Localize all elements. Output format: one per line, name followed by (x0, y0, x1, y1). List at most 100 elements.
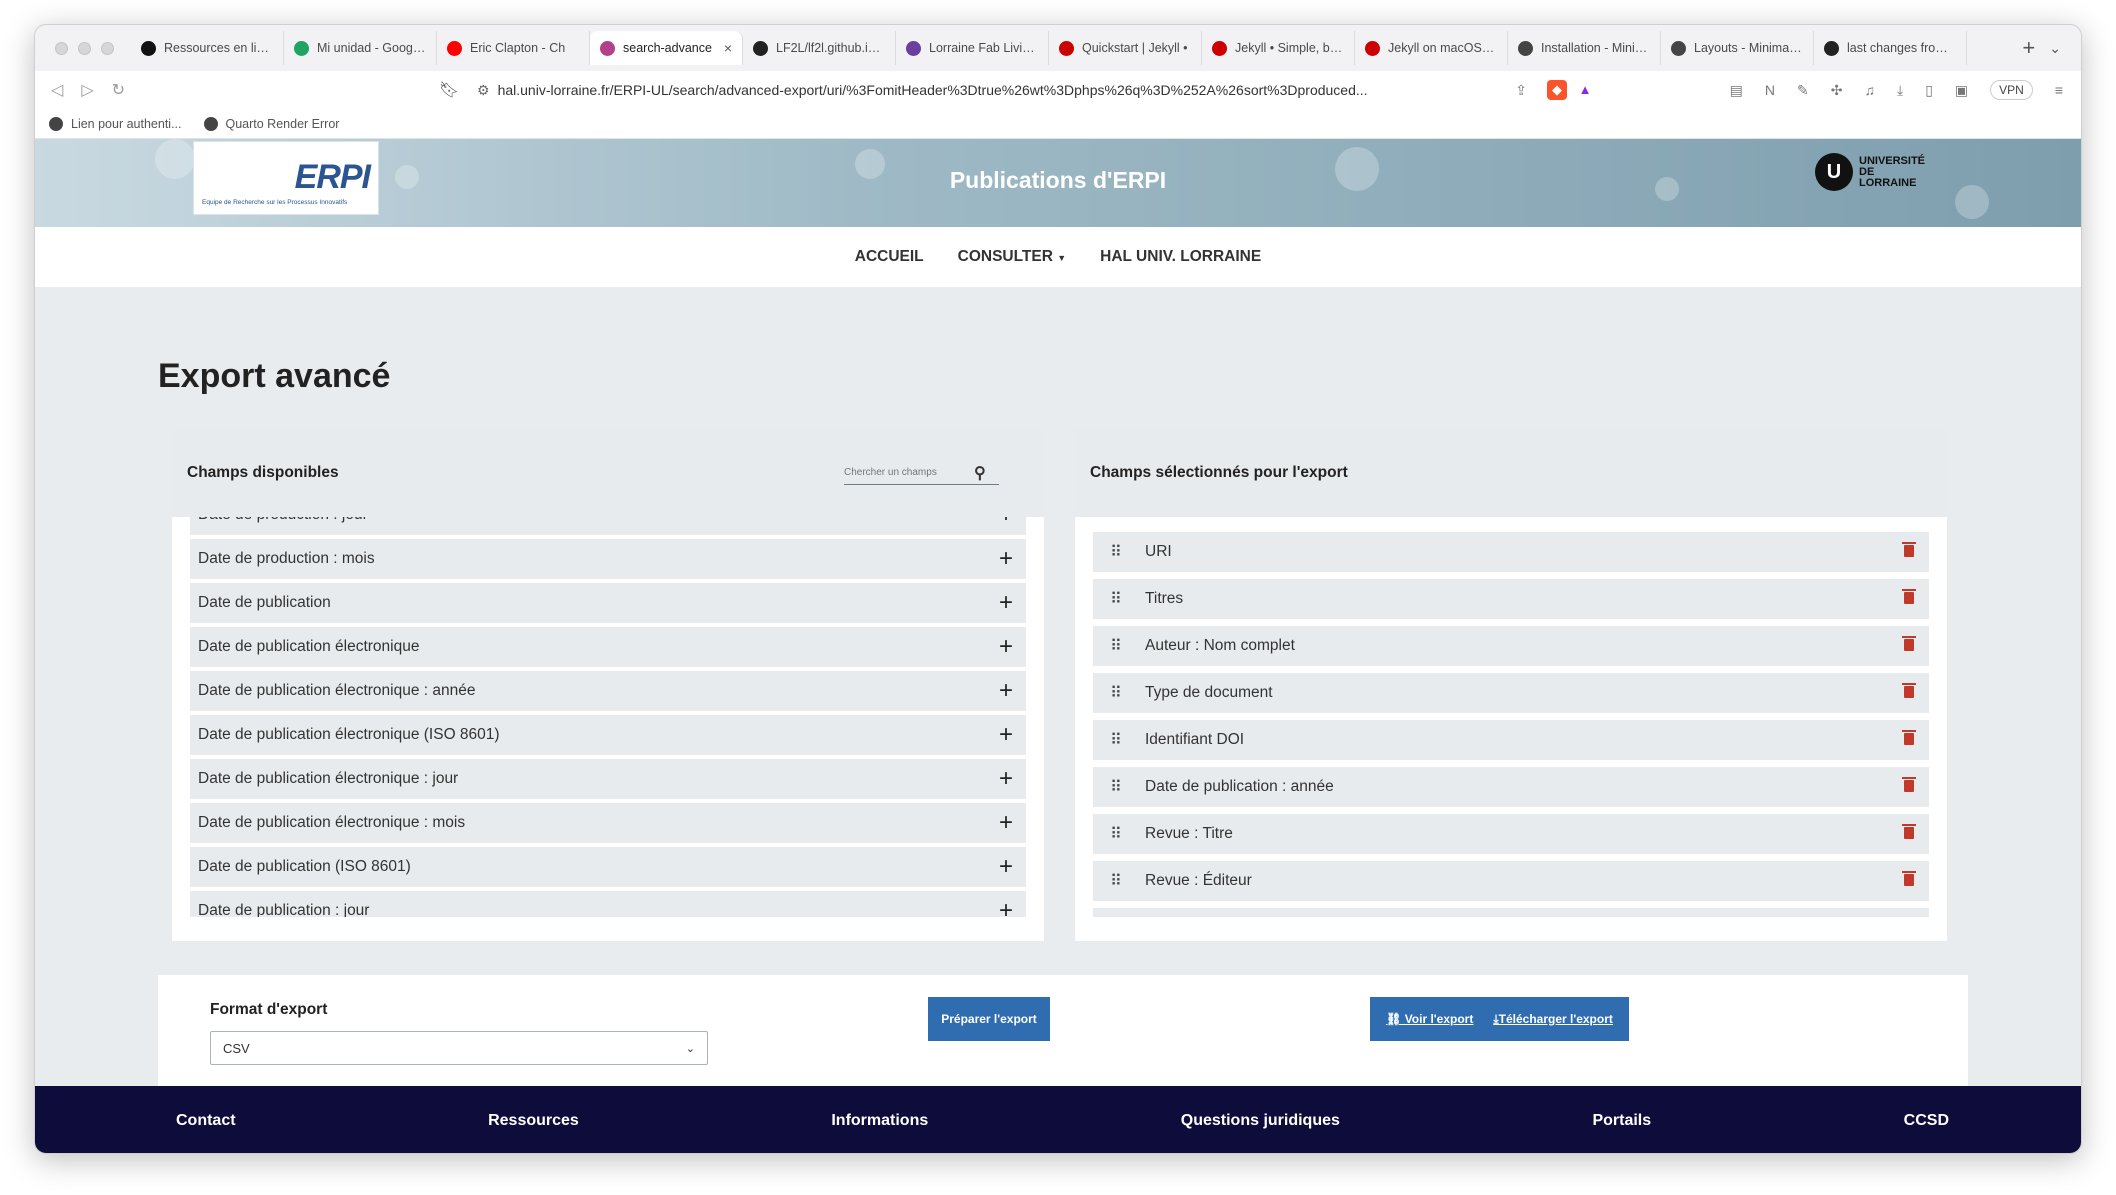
minimize-window-button[interactable] (78, 41, 91, 55)
add-field-icon[interactable]: + (986, 517, 1026, 529)
selected-field-row[interactable]: ⠿ URI (1093, 532, 1929, 572)
browser-tab[interactable]: Eric Clapton - Ch (437, 31, 590, 65)
browser-tab[interactable]: Jekyll • Simple, blog (1202, 31, 1355, 65)
add-field-icon[interactable]: + (986, 853, 1026, 881)
selected-field-row[interactable]: ⠿Colloque : Titre (1093, 908, 1929, 917)
add-field-icon[interactable]: + (986, 765, 1026, 793)
selected-field-row[interactable]: ⠿ Auteur : Nom complet (1093, 626, 1929, 666)
browser-tab[interactable]: last changes from m (1814, 31, 1967, 65)
footer-link-contact[interactable]: Contact (176, 1112, 236, 1130)
trash-icon[interactable] (1889, 542, 1929, 560)
puzzle-icon[interactable]: ✣ (1831, 82, 1843, 99)
available-field-row[interactable]: Date de publication électronique (ISO 86… (190, 715, 1026, 755)
music-icon[interactable]: ♫ (1864, 82, 1875, 98)
available-field-row[interactable]: Date de publication électronique : jour + (190, 759, 1026, 799)
nav-accueil[interactable]: ACCUEIL (855, 248, 924, 266)
nav-consulter[interactable]: CONSULTER ▼ (958, 248, 1067, 266)
available-field-row[interactable]: Date de production : mois + (190, 539, 1026, 579)
trash-icon[interactable] (1889, 730, 1929, 748)
drag-handle-icon[interactable]: ⠿ (1093, 589, 1137, 609)
brave-shield-icon[interactable]: ◆ (1547, 80, 1567, 100)
bookmark-item[interactable]: Lien pour authenti... (49, 116, 182, 131)
footer-link-informations[interactable]: Informations (831, 1112, 928, 1130)
drag-handle-icon[interactable]: ⠿ (1093, 683, 1137, 703)
selected-field-row[interactable]: ⠿ Type de document (1093, 673, 1929, 713)
add-field-icon[interactable]: + (986, 589, 1026, 617)
add-field-icon[interactable]: + (986, 545, 1026, 573)
download-icon[interactable]: ⤓ (1897, 82, 1903, 99)
view-export-link[interactable]: ⛓ Voir l'export (1386, 1012, 1473, 1026)
share-icon[interactable]: ⇪ (1515, 82, 1527, 99)
browser-tab[interactable]: Ressources en ligne (131, 31, 284, 65)
tab-list-chevron-icon[interactable]: ⌄ (2049, 40, 2081, 57)
browser-tab[interactable]: Quickstart | Jekyll • (1049, 31, 1202, 65)
address-bar[interactable]: ⚙ hal.univ-lorraine.fr/ERPI-UL/search/ad… (469, 76, 1535, 104)
available-field-row[interactable]: Date de publication : jour + (190, 891, 1026, 917)
sidebar-icon[interactable]: ▯ (1925, 82, 1933, 99)
selected-field-row[interactable]: ⠿ Identifiant DOI (1093, 720, 1929, 760)
available-field-row[interactable]: Date de publication électronique : mois + (190, 803, 1026, 843)
browser-tab[interactable]: Lorraine Fab Living L (896, 31, 1049, 65)
wallet-icon[interactable]: ▣ (1955, 82, 1968, 99)
brave-rewards-icon[interactable]: ▲ (1575, 80, 1595, 100)
pen-icon[interactable]: ✎ (1797, 82, 1809, 99)
drag-handle-icon[interactable]: ⠿ (1093, 542, 1137, 562)
drag-handle-icon[interactable]: ⠿ (1093, 636, 1137, 656)
browser-tab[interactable]: Jekyll on macOS | Je (1355, 31, 1508, 65)
selected-field-row[interactable]: ⠿ Titres (1093, 579, 1929, 619)
search-icon[interactable]: ⚲ (974, 463, 986, 483)
trash-icon[interactable] (1889, 824, 1929, 842)
add-field-icon[interactable]: + (986, 633, 1026, 661)
available-field-row[interactable]: Date de publication (ISO 8601) + (190, 847, 1026, 887)
add-field-icon[interactable]: + (986, 677, 1026, 705)
maximize-window-button[interactable] (101, 41, 114, 55)
forward-icon[interactable]: ▷ (81, 80, 93, 100)
browser-tab[interactable]: Mi unidad - Google D (284, 31, 437, 65)
field-search-input[interactable] (844, 467, 974, 478)
footer-link-ressources[interactable]: Ressources (488, 1112, 579, 1130)
universite-lorraine-logo[interactable]: U UNIVERSITÉ DE LORRAINE (1815, 153, 1929, 191)
reload-icon[interactable]: ↻ (112, 80, 125, 100)
available-field-row[interactable]: Date de publication électronique + (190, 627, 1026, 667)
close-tab-icon[interactable]: × (724, 40, 732, 56)
footer-link-questions-juridiques[interactable]: Questions juridiques (1181, 1112, 1340, 1130)
trash-icon[interactable] (1889, 683, 1929, 701)
browser-tab[interactable]: Layouts - Minimal M (1661, 31, 1814, 65)
selected-field-row[interactable]: ⠿ Revue : Éditeur (1093, 861, 1929, 901)
nav-hal-univ-lorraine[interactable]: HAL UNIV. LORRAINE (1100, 248, 1261, 266)
new-tab-button[interactable]: + (2008, 35, 2049, 61)
browser-tab[interactable]: search-advance × (590, 31, 743, 65)
drag-handle-icon[interactable]: ⠿ (1093, 871, 1137, 891)
reader-mode-icon[interactable]: ▤ (1730, 82, 1743, 99)
bookmark-item[interactable]: Quarto Render Error (203, 116, 339, 131)
trash-icon[interactable] (1889, 777, 1929, 795)
browser-tab[interactable]: Installation - Minima (1508, 31, 1661, 65)
format-select[interactable]: CSV ⌄ (210, 1031, 708, 1065)
drag-handle-icon[interactable]: ⠿ (1093, 730, 1137, 750)
vpn-button[interactable]: VPN (1990, 80, 2033, 100)
prepare-export-button[interactable]: Préparer l'export (928, 997, 1050, 1041)
trash-icon[interactable] (1889, 589, 1929, 607)
back-icon[interactable]: ◁ (51, 80, 63, 100)
site-settings-icon[interactable]: ⚙ (477, 82, 490, 99)
menu-icon[interactable]: ≡ (2055, 82, 2063, 98)
selected-field-row[interactable]: ⠿ Date de publication : année (1093, 767, 1929, 807)
close-window-button[interactable] (55, 41, 68, 55)
footer-link-ccsd[interactable]: CCSD (1904, 1112, 1949, 1130)
add-field-icon[interactable]: + (986, 809, 1026, 837)
trash-icon[interactable] (1889, 871, 1929, 889)
available-field-row[interactable]: Date de publication + (190, 583, 1026, 623)
browser-tab[interactable]: LF2L/lf2l.github.io: S (743, 31, 896, 65)
available-field-row[interactable]: Date de production : jour+ (190, 517, 1026, 535)
selected-field-row[interactable]: ⠿ Revue : Titre (1093, 814, 1929, 854)
add-field-icon[interactable]: + (986, 897, 1026, 917)
url-text[interactable]: hal.univ-lorraine.fr/ERPI-UL/search/adva… (498, 82, 1508, 98)
drag-handle-icon[interactable]: ⠿ (1093, 824, 1137, 844)
notion-icon[interactable]: N (1765, 82, 1775, 98)
add-field-icon[interactable]: + (986, 721, 1026, 749)
bookmark-icon[interactable]: 🔖︎ (429, 80, 469, 100)
available-fields-list[interactable]: Date de production : jour+ Date de produc… (172, 517, 1044, 917)
trash-icon[interactable] (1889, 636, 1929, 654)
available-field-row[interactable]: Date de publication électronique : année… (190, 671, 1026, 711)
footer-link-portails[interactable]: Portails (1592, 1112, 1651, 1130)
